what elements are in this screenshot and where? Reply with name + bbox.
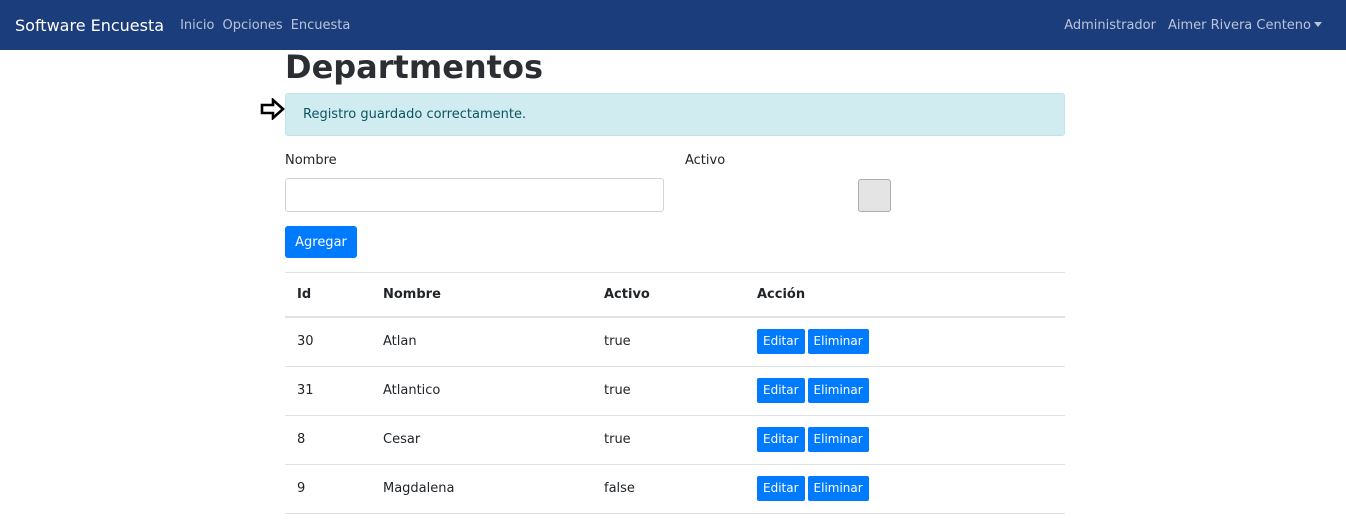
cell-nombre: Cesar: [383, 415, 604, 465]
edit-button[interactable]: Editar: [757, 329, 805, 355]
delete-button[interactable]: Eliminar: [807, 476, 869, 501]
nav-link-opciones[interactable]: Opciones: [218, 18, 286, 33]
cell-id: 9: [285, 464, 383, 514]
nombre-input[interactable]: [285, 178, 664, 212]
edit-button[interactable]: Editar: [757, 427, 805, 452]
cell-activo: false: [604, 464, 757, 514]
table-row: 30 Atlan true Editar Eliminar: [285, 317, 1065, 367]
table-row: 8 Cesar true Editar Eliminar: [285, 415, 1065, 465]
brand[interactable]: Software Encuesta: [15, 16, 164, 35]
caret-down-icon: [1314, 21, 1322, 27]
page-title: Departmentos: [285, 48, 543, 86]
success-alert: Registro guardado correctamente.: [285, 93, 1065, 136]
cell-accion: Editar Eliminar: [757, 415, 1065, 465]
activo-label: Activo: [685, 153, 726, 168]
delete-button[interactable]: Eliminar: [807, 329, 869, 355]
cell-activo: true: [604, 317, 757, 367]
cell-id: 8: [285, 415, 383, 465]
agregar-button[interactable]: Agregar: [285, 226, 357, 258]
edit-button[interactable]: Editar: [757, 476, 805, 501]
delete-button[interactable]: Eliminar: [807, 427, 869, 452]
header-nombre: Nombre: [383, 273, 604, 318]
delete-button[interactable]: Eliminar: [807, 378, 869, 403]
user-name: Aimer Rivera Centeno: [1167, 17, 1311, 33]
header-accion: Acción: [757, 273, 1065, 318]
cell-id: 30: [285, 317, 383, 367]
cell-nombre: Atlantico: [383, 366, 604, 416]
user-menu[interactable]: Aimer Rivera Centeno: [1162, 18, 1328, 33]
cell-nombre: Magdalena: [383, 464, 604, 514]
nav-link-administrador[interactable]: Administrador: [1058, 18, 1162, 33]
cell-nombre: Atlan: [383, 317, 604, 367]
navbar: Software Encuesta Inicio Opciones Encues…: [0, 0, 1346, 50]
cell-accion: Editar Eliminar: [757, 317, 1065, 367]
header-id: Id: [285, 273, 383, 318]
arrow-right-icon: [260, 98, 285, 120]
nav-links: Inicio Opciones Encuesta: [176, 18, 354, 33]
nav-link-inicio[interactable]: Inicio: [176, 18, 218, 33]
nav-right: Administrador Aimer Rivera Centeno: [1058, 18, 1328, 33]
cell-accion: Editar Eliminar: [757, 464, 1065, 514]
alert-message: Registro guardado correctamente.: [303, 107, 527, 122]
nombre-label: Nombre: [285, 153, 337, 168]
table-row: 31 Atlantico true Editar Eliminar: [285, 366, 1065, 416]
header-activo: Activo: [604, 273, 757, 318]
cell-id: 31: [285, 366, 383, 416]
cell-activo: true: [604, 366, 757, 416]
edit-button[interactable]: Editar: [757, 378, 805, 403]
cell-accion: Editar Eliminar: [757, 366, 1065, 416]
table-header-row: Id Nombre Activo Acción: [285, 273, 1065, 318]
activo-checkbox[interactable]: [858, 179, 891, 212]
cell-activo: true: [604, 415, 757, 465]
table-row: 9 Magdalena false Editar Eliminar: [285, 464, 1065, 514]
nav-link-encuesta[interactable]: Encuesta: [287, 18, 355, 33]
departamentos-table: Id Nombre Activo Acción 30 Atlan true Ed…: [285, 272, 1065, 514]
